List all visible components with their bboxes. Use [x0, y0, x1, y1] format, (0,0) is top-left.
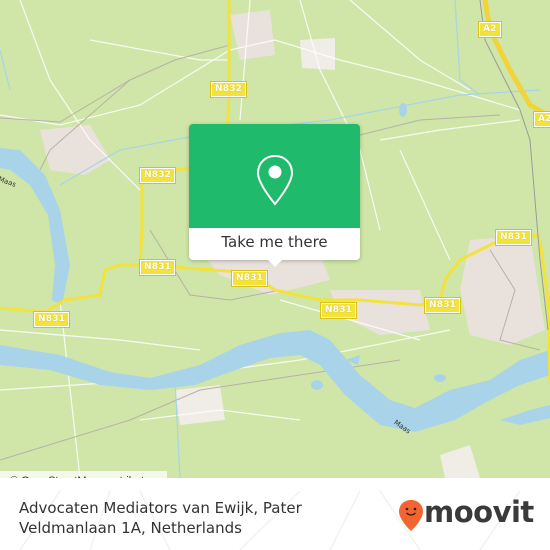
moovit-logo[interactable]: moovit [398, 495, 538, 537]
road-label-n831: N831 [230, 270, 269, 287]
road-label-n831: N831 [138, 259, 177, 276]
road-label-n832: N832 [138, 167, 177, 184]
road-label-n831: N831 [32, 311, 71, 328]
popup-header[interactable] [189, 124, 360, 228]
location-popup[interactable]: Take me there [189, 124, 360, 267]
popup-pointer [267, 259, 283, 267]
moovit-smiley-pin-icon [399, 500, 423, 531]
road-label-n831: N831 [319, 302, 358, 319]
road-label-a2: A2 [478, 21, 502, 38]
location-pin-icon [256, 154, 294, 206]
place-address: Advocaten Mediators van Ewijk, Pater Vel… [19, 499, 302, 537]
road-label-n831: N831 [423, 297, 462, 314]
footer: Advocaten Mediators van Ewijk, Pater Vel… [0, 491, 550, 550]
map[interactable]: N832 N832 A2 A2 N831 N831 N831 N831 N831… [0, 0, 550, 478]
road-label-n832: N832 [209, 81, 248, 98]
take-me-there-button[interactable]: Take me there [189, 228, 360, 260]
road-label-a2: A2 [533, 111, 550, 128]
moovit-logo-text: moovit [424, 495, 534, 529]
road-label-n831: N831 [494, 229, 533, 246]
map-attribution[interactable]: © OpenStreetMap contributors [0, 471, 168, 478]
